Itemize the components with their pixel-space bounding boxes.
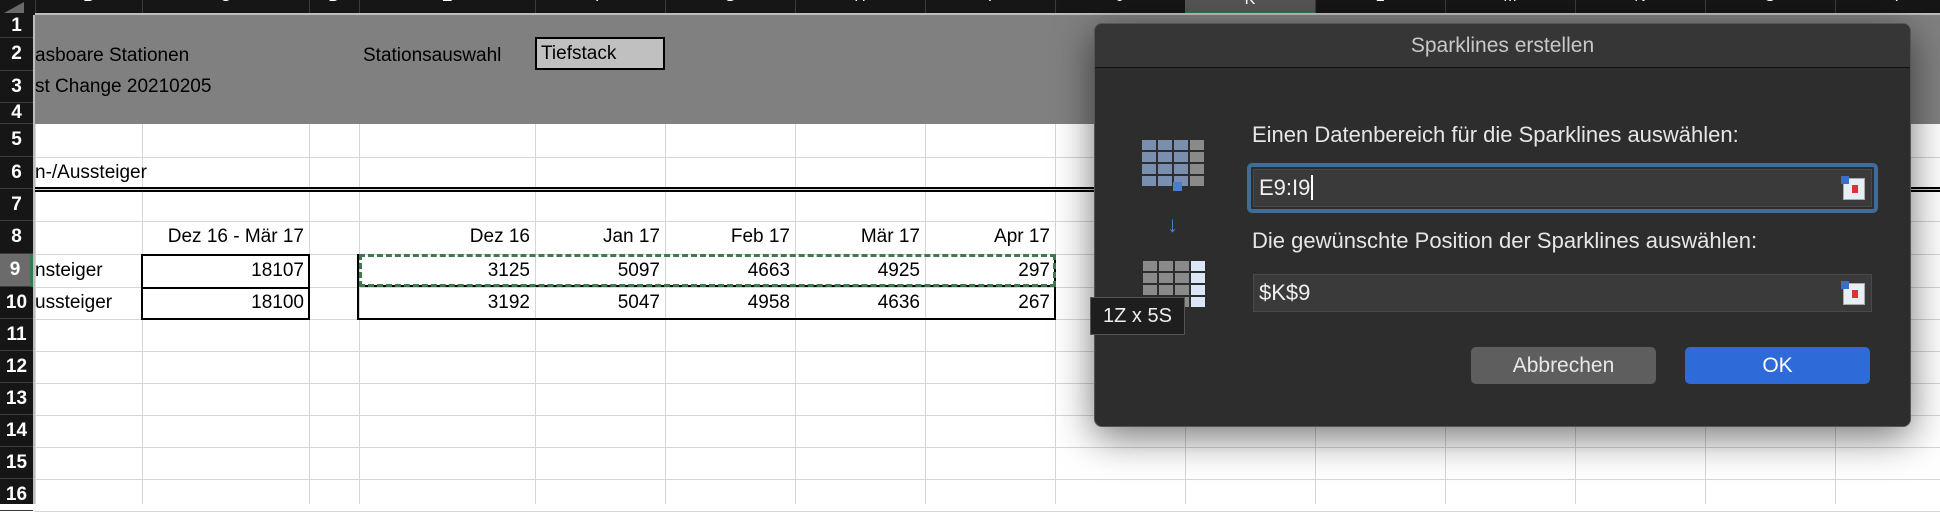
column-header[interactable]: F [535, 0, 665, 8]
dialog-title: Sparklines erstellen [1095, 24, 1910, 68]
row-header[interactable]: 5 [0, 124, 33, 157]
cancel-button[interactable]: Abbrechen [1471, 347, 1656, 384]
column-header[interactable]: O [1705, 0, 1835, 8]
column-header[interactable]: N [1575, 0, 1705, 8]
row-header[interactable]: 9 [0, 254, 33, 287]
row-header[interactable]: 12 [0, 351, 33, 383]
month-header[interactable]: Jan 17 [535, 221, 665, 253]
row-header-bar[interactable]: 1 2 3 4 5 6 7 8 9 10 11 12 13 14 15 16 [0, 15, 35, 511]
column-header-bar[interactable]: BCDEFGHIJKLMNOP [0, 0, 1940, 15]
data-range-value: E9:I9 [1259, 175, 1311, 200]
row-header[interactable]: 13 [0, 383, 33, 415]
range-picker-icon[interactable] [1841, 176, 1865, 200]
value-cell[interactable]: 4636 [795, 287, 925, 319]
row-header[interactable]: 4 [0, 102, 33, 124]
month-header[interactable]: Feb 17 [665, 221, 795, 253]
column-header[interactable]: D [309, 0, 359, 8]
gridline [35, 447, 1940, 448]
column-header[interactable]: I [925, 0, 1055, 8]
column-header[interactable]: B [35, 0, 142, 8]
position-value: $K$9 [1259, 280, 1311, 305]
ok-button[interactable]: OK [1685, 347, 1870, 384]
row-header[interactable]: 11 [0, 319, 33, 351]
row-label[interactable]: ussteiger [35, 287, 112, 319]
row-header[interactable]: 16 [0, 479, 33, 511]
column-header[interactable]: M [1445, 0, 1575, 8]
column-header[interactable]: J [1055, 0, 1185, 8]
section-title[interactable]: n-/Aussteiger [35, 157, 147, 189]
row-header[interactable]: 8 [0, 221, 33, 254]
row-header[interactable]: 10 [0, 287, 33, 319]
row-header[interactable]: 7 [0, 189, 33, 221]
column-header[interactable]: E [359, 0, 535, 8]
data-range-input[interactable]: E9:I9 [1253, 169, 1872, 207]
range-header[interactable]: Dez 16 - Mär 17 [142, 221, 309, 253]
sparklines-dialog: Sparklines erstellen ↓ 1Z x 5S Einen Dat… [1090, 23, 1911, 427]
month-header[interactable]: Mär 17 [795, 221, 925, 253]
row-header[interactable]: 14 [0, 415, 33, 447]
arrow-down-icon: ↓ [1167, 212, 1178, 237]
row-header[interactable]: 1 [0, 15, 33, 38]
select-all-corner[interactable] [0, 0, 35, 15]
last-change-cell[interactable]: st Change 20210205 [35, 71, 211, 103]
row-header[interactable]: 3 [0, 71, 33, 103]
value-cell[interactable]: 267 [925, 287, 1055, 319]
title-cell[interactable]: asboare Stationen [35, 40, 189, 72]
total-cell[interactable]: 18100 [142, 287, 309, 319]
total-cell[interactable]: 18107 [142, 255, 309, 287]
value-cell[interactable]: 3192 [359, 287, 535, 319]
column-header[interactable]: L [1315, 0, 1445, 8]
position-label: Die gewünschte Position der Sparklines a… [1252, 228, 1758, 253]
column-header[interactable]: C [142, 0, 309, 8]
value-cell[interactable]: 5047 [535, 287, 665, 319]
selection-marquee [359, 254, 1056, 287]
data-range-icon [1142, 140, 1204, 186]
column-header[interactable]: H [795, 0, 925, 8]
row-header[interactable]: 6 [0, 157, 33, 189]
month-header[interactable]: Apr 17 [925, 221, 1055, 253]
station-select-cell[interactable]: Tiefstack [535, 37, 665, 70]
range-handle-icon [1173, 182, 1182, 191]
size-tooltip: 1Z x 5S [1090, 297, 1185, 335]
station-label: Stationsauswahl [363, 45, 502, 66]
data-range-label: Einen Datenbereich für die Sparklines au… [1252, 122, 1739, 147]
month-header[interactable]: Dez 16 [359, 221, 535, 253]
range-picker-icon[interactable] [1841, 281, 1865, 305]
gridline [35, 479, 1940, 480]
value-cell[interactable]: 4958 [665, 287, 795, 319]
position-input[interactable]: $K$9 [1253, 274, 1872, 312]
row-header[interactable]: 2 [0, 38, 33, 71]
column-header[interactable]: K [1185, 0, 1315, 13]
column-header[interactable]: G [665, 0, 795, 8]
row-header[interactable]: 15 [0, 447, 33, 479]
column-header[interactable]: P [1835, 0, 1940, 8]
row-label[interactable]: nsteiger [35, 255, 103, 287]
